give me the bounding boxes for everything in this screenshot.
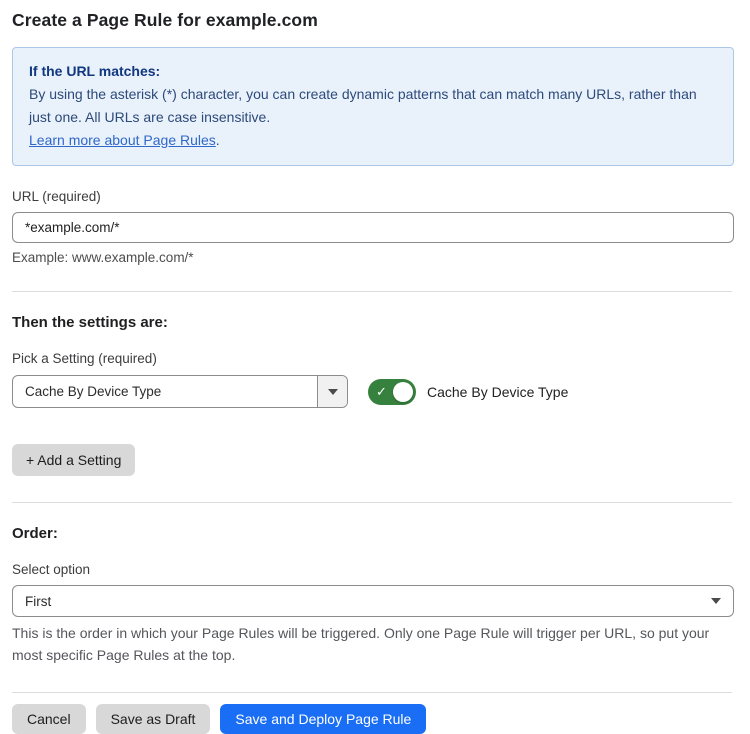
divider xyxy=(12,692,732,693)
settings-section-heading: Then the settings are: xyxy=(12,314,738,331)
page-rule-form: Create a Page Rule for example.com If th… xyxy=(0,0,750,734)
add-setting-button[interactable]: + Add a Setting xyxy=(12,444,135,476)
order-select[interactable]: First xyxy=(12,585,734,617)
save-and-deploy-button[interactable]: Save and Deploy Page Rule xyxy=(220,704,426,734)
info-link-line: Learn more about Page Rules. xyxy=(29,129,717,152)
divider xyxy=(12,502,732,503)
cancel-button[interactable]: Cancel xyxy=(12,704,86,734)
cache-by-device-toggle[interactable]: ✓ xyxy=(368,379,416,405)
chevron-down-icon xyxy=(711,598,721,604)
check-icon: ✓ xyxy=(376,385,387,398)
pick-setting-label: Pick a Setting (required) xyxy=(12,351,738,366)
order-select-label: Select option xyxy=(12,562,738,577)
chevron-down-icon[interactable] xyxy=(317,376,347,407)
order-helper-text: This is the order in which your Page Rul… xyxy=(12,622,738,666)
url-field-label: URL (required) xyxy=(12,189,738,204)
order-select-value: First xyxy=(25,594,711,609)
divider xyxy=(12,291,732,292)
page-title: Create a Page Rule for example.com xyxy=(12,10,738,31)
order-section-heading: Order: xyxy=(12,525,738,542)
url-match-info-callout: If the URL matches: By using the asteris… xyxy=(12,47,734,166)
info-body: By using the asterisk (*) character, you… xyxy=(29,83,717,129)
url-input[interactable] xyxy=(12,212,734,243)
learn-more-link[interactable]: Learn more about Page Rules xyxy=(29,132,216,148)
url-example-helper: Example: www.example.com/* xyxy=(12,250,738,265)
chevron-down-glyph xyxy=(328,389,338,395)
link-period: . xyxy=(216,132,220,148)
footer-actions: Cancel Save as Draft Save and Deploy Pag… xyxy=(12,704,738,734)
info-heading: If the URL matches: xyxy=(29,60,717,83)
pick-setting-select[interactable]: Cache By Device Type xyxy=(12,375,348,408)
save-as-draft-button[interactable]: Save as Draft xyxy=(96,704,211,734)
toggle-label: Cache By Device Type xyxy=(427,384,568,400)
setting-row: Cache By Device Type ✓ Cache By Device T… xyxy=(12,375,738,408)
pick-setting-value: Cache By Device Type xyxy=(13,376,317,407)
toggle-knob xyxy=(393,382,413,402)
